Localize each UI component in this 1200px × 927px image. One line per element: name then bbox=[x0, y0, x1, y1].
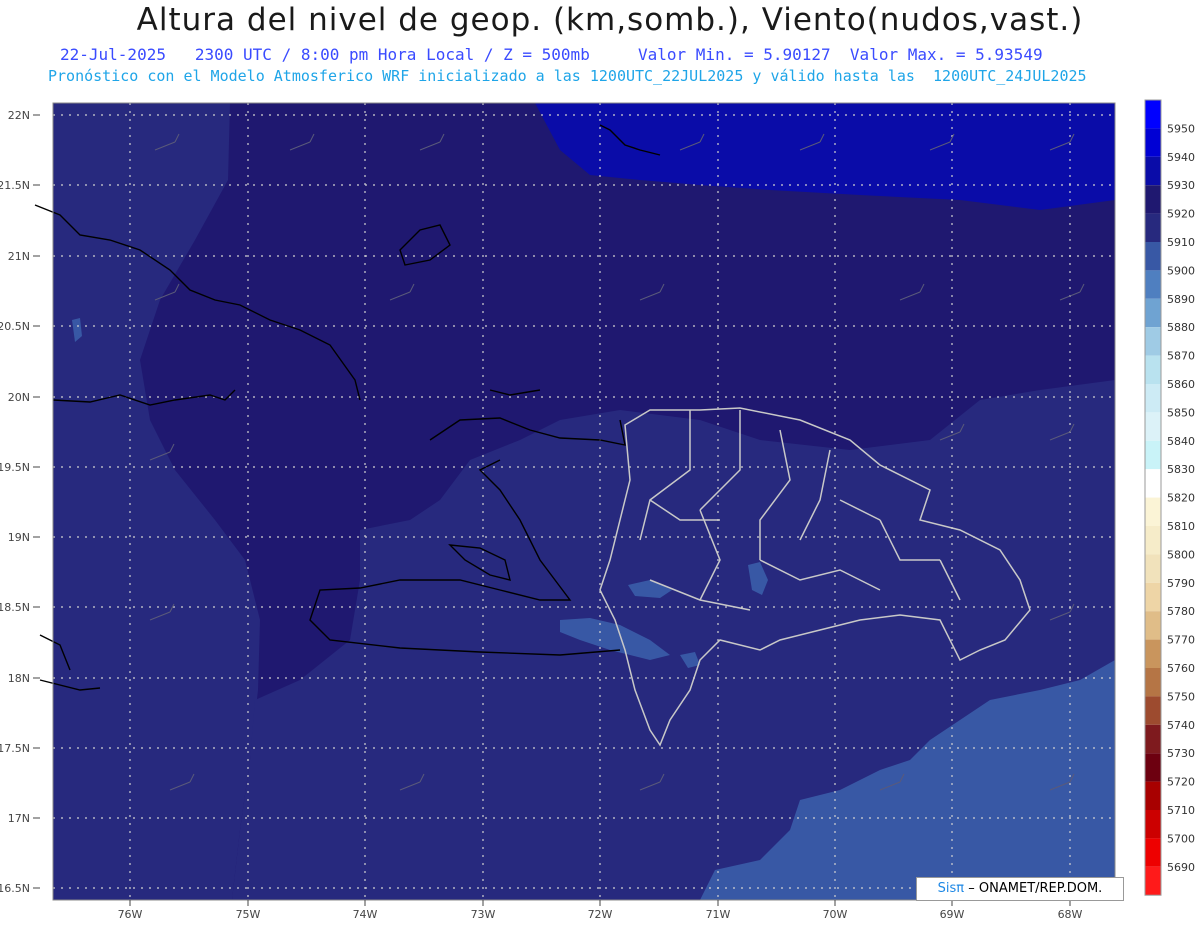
legend-swatch bbox=[1145, 526, 1161, 555]
color-legend: 5950 5940 5930 5920 5910 5900 5890 5880 5870 5860… bbox=[1144, 99, 1195, 896]
legend-swatch bbox=[1145, 582, 1161, 612]
legend-label: 5860 bbox=[1167, 378, 1195, 391]
legend-label: 5950 bbox=[1167, 122, 1195, 135]
legend-label: 5930 bbox=[1167, 179, 1195, 192]
legend-label: 5710 bbox=[1167, 804, 1195, 817]
legend-swatch bbox=[1145, 213, 1161, 242]
legend-swatch bbox=[1145, 611, 1161, 640]
lat-label: 21N bbox=[8, 250, 30, 263]
legend-label: 5840 bbox=[1167, 435, 1195, 448]
lon-label: 71W bbox=[706, 908, 731, 921]
legend-label: 5900 bbox=[1167, 264, 1195, 277]
lat-label: 21.5N bbox=[0, 179, 30, 192]
legend-swatch bbox=[1145, 639, 1161, 668]
lon-label: 70W bbox=[823, 908, 848, 921]
legend-label: 5850 bbox=[1167, 406, 1195, 419]
lat-label: 20N bbox=[8, 391, 30, 404]
lon-label: 75W bbox=[236, 908, 261, 921]
credit-org: – ONAMET/REP.DOM. bbox=[968, 881, 1103, 896]
legend-label: 5800 bbox=[1167, 548, 1195, 561]
legend-swatch bbox=[1145, 156, 1161, 186]
legend-swatch bbox=[1145, 781, 1161, 810]
sispi-logo: Sisπ bbox=[937, 881, 965, 896]
legend-label: 5760 bbox=[1167, 662, 1195, 675]
legend-swatch bbox=[1145, 128, 1161, 157]
legend-label: 5820 bbox=[1167, 492, 1195, 505]
lon-label: 68W bbox=[1058, 908, 1083, 921]
legend-swatch bbox=[1145, 242, 1161, 271]
legend-label: 5690 bbox=[1167, 861, 1195, 874]
legend-swatch bbox=[1145, 412, 1161, 441]
legend-swatch bbox=[1145, 384, 1161, 413]
legend-swatch bbox=[1145, 866, 1161, 896]
latitude-ticks bbox=[33, 114, 40, 889]
legend-label: 5790 bbox=[1167, 577, 1195, 590]
legend-swatch bbox=[1145, 185, 1161, 214]
legend-swatch bbox=[1145, 554, 1161, 583]
lat-label: 19N bbox=[8, 531, 30, 544]
lon-label: 69W bbox=[940, 908, 965, 921]
legend-swatch bbox=[1145, 668, 1161, 697]
legend-label: 5830 bbox=[1167, 463, 1195, 476]
legend-label: 5720 bbox=[1167, 776, 1195, 789]
legend-swatch bbox=[1145, 270, 1161, 299]
legend-swatch bbox=[1145, 724, 1161, 754]
legend-label: 5940 bbox=[1167, 151, 1195, 164]
legend-swatch bbox=[1145, 810, 1161, 839]
legend-swatch bbox=[1145, 440, 1161, 470]
forecast-map: 22N 21.5N 21N 20.5N 20N 19.5N 19N 18.5N … bbox=[0, 99, 1195, 921]
lon-label: 74W bbox=[353, 908, 378, 921]
lat-label: 18.5N bbox=[0, 601, 30, 614]
legend-swatch bbox=[1145, 298, 1161, 328]
legend-swatch bbox=[1145, 355, 1161, 384]
legend-swatch bbox=[1145, 497, 1161, 526]
legend-swatch bbox=[1145, 100, 1161, 129]
legend-swatch bbox=[1145, 469, 1161, 498]
latitude-axis: 22N 21.5N 21N 20.5N 20N 19.5N 19N 18.5N … bbox=[0, 109, 30, 895]
lat-label: 20.5N bbox=[0, 320, 30, 333]
legend-label: 5730 bbox=[1167, 747, 1195, 760]
legend-label: 5910 bbox=[1167, 236, 1195, 249]
longitude-axis: 76W 75W 74W 73W 72W 71W 70W 69W 68W bbox=[118, 908, 1083, 921]
legend-swatch bbox=[1145, 838, 1161, 867]
lat-label: 18N bbox=[8, 672, 30, 685]
lat-label: 19.5N bbox=[0, 461, 30, 474]
lon-label: 72W bbox=[588, 908, 613, 921]
lat-label: 16.5N bbox=[0, 882, 30, 895]
lon-label: 76W bbox=[118, 908, 143, 921]
legend-label: 5920 bbox=[1167, 208, 1195, 221]
lat-label: 17N bbox=[8, 812, 30, 825]
legend-swatch bbox=[1145, 696, 1161, 725]
lat-label: 17.5N bbox=[0, 742, 30, 755]
geopotential-field bbox=[53, 103, 1115, 900]
legend-swatch bbox=[1145, 327, 1161, 356]
legend-label: 5770 bbox=[1167, 634, 1195, 647]
legend-label: 5810 bbox=[1167, 520, 1195, 533]
legend-swatch bbox=[1145, 753, 1161, 782]
lat-label: 22N bbox=[8, 109, 30, 122]
legend-label: 5870 bbox=[1167, 350, 1195, 363]
lon-label: 73W bbox=[471, 908, 496, 921]
legend-label: 5880 bbox=[1167, 321, 1195, 334]
legend-label: 5740 bbox=[1167, 719, 1195, 732]
credit-box: Sisπ – ONAMET/REP.DOM. bbox=[916, 877, 1124, 901]
legend-label: 5890 bbox=[1167, 293, 1195, 306]
legend-label: 5780 bbox=[1167, 605, 1195, 618]
legend-label: 5750 bbox=[1167, 690, 1195, 703]
legend-label: 5700 bbox=[1167, 832, 1195, 845]
